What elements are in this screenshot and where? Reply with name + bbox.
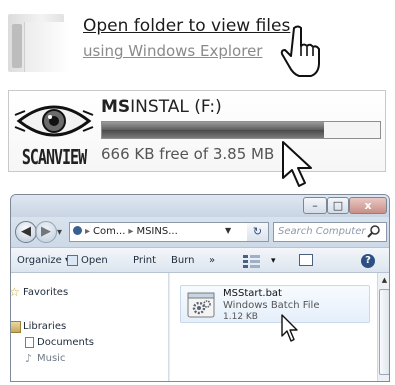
vertical-scrollbar[interactable]: ▲ [377, 273, 389, 381]
option-title[interactable]: Open folder to view files [83, 16, 290, 36]
address-bar[interactable]: ▸ Com... ▸ MSINS... [69, 222, 267, 242]
file-type: Windows Batch File [223, 300, 320, 311]
nav-libraries[interactable]: Libraries [11, 321, 67, 333]
preview-pane-icon[interactable] [299, 254, 313, 266]
nav-music[interactable]: ♪ Music [25, 353, 66, 364]
computer-icon [73, 226, 82, 235]
logo-text: SCANVIEW [21, 145, 87, 170]
views-icon[interactable] [241, 253, 269, 269]
batch-file-icon [187, 292, 215, 318]
drive-panel[interactable]: SCANVIEW MSINSTAL (F:) 666 KB free of 3.… [8, 90, 386, 172]
explorer-window: – □ x ◀ ▶ ▾ ▸ Com... ▸ MSINS... ▼ ↻ Search … [10, 194, 390, 382]
music-icon: ♪ [25, 352, 33, 365]
eye-icon [14, 105, 94, 137]
drive-free-space: 666 KB free of 3.85 MB [101, 145, 275, 163]
breadcrumb-computer[interactable]: Com... [93, 226, 125, 237]
more-button[interactable]: » [209, 252, 215, 270]
title-bar: – □ x [11, 195, 389, 217]
nav-favorites-label: Favorites [23, 287, 69, 298]
nav-documents-label: Documents [37, 337, 95, 348]
help-button[interactable]: ? [361, 254, 375, 268]
open-icon [67, 255, 78, 266]
maximize-button[interactable]: □ [327, 197, 349, 214]
star-icon: ☆ [10, 285, 20, 299]
nav-music-label: Music [37, 353, 66, 364]
scroll-up-button[interactable]: ▲ [378, 273, 389, 287]
option-subtitle[interactable]: using Windows Explorer [83, 42, 262, 60]
drive-label-bold: MS [101, 97, 131, 117]
views-dropdown-icon[interactable]: ▾ [271, 252, 276, 270]
address-dropdown-icon[interactable]: ▼ [225, 226, 231, 235]
nav-documents[interactable]: Documents [25, 337, 95, 348]
forward-button[interactable]: ▶ [35, 221, 57, 243]
file-item[interactable]: MSStart.bat Windows Batch File 1.12 KB [180, 285, 370, 323]
back-button[interactable]: ◀ [15, 221, 37, 243]
scroll-thumb[interactable] [379, 289, 389, 375]
open-folder-option[interactable]: Open folder to view files using Windows … [8, 8, 388, 80]
organize-button[interactable]: Organize ▾ [17, 252, 70, 270]
folder-icon [8, 14, 78, 74]
command-toolbar: Organize ▾ Open Print Burn » ▾ ? [11, 247, 389, 273]
minimize-button[interactable]: – [303, 197, 327, 214]
arrow-cursor-icon [282, 141, 312, 187]
scanview-logo: SCANVIEW [13, 97, 95, 169]
file-name: MSStart.bat [223, 288, 282, 299]
close-button[interactable]: x [349, 197, 387, 214]
file-size: 1.12 KB [223, 312, 258, 322]
breadcrumb-drive[interactable]: MSINS... [136, 226, 177, 237]
hand-cursor-icon [280, 25, 320, 77]
drive-label: MSINSTAL (F:) [101, 97, 222, 117]
open-button[interactable]: Open [67, 252, 108, 270]
nav-libraries-label: Libraries [23, 321, 67, 332]
burn-button[interactable]: Burn [171, 252, 194, 270]
navigation-pane: ☆ Favorites Libraries Documents ♪ Music [11, 273, 169, 381]
drive-label-rest: INSTAL (F:) [130, 97, 222, 117]
search-icon[interactable] [367, 224, 381, 238]
history-dropdown-icon[interactable]: ▾ [57, 227, 62, 238]
document-icon [25, 337, 34, 348]
file-list: MSStart.bat Windows Batch File 1.12 KB [170, 273, 377, 381]
open-label: Open [81, 255, 108, 266]
arrow-cursor-icon [281, 314, 298, 342]
nav-favorites[interactable]: ☆ Favorites [11, 286, 69, 298]
address-row: ◀ ▶ ▾ ▸ Com... ▸ MSINS... ▼ ↻ Search Comput… [11, 217, 389, 247]
drive-space-fill [102, 122, 325, 138]
library-icon [11, 321, 21, 333]
drive-space-bar [101, 121, 381, 139]
refresh-button[interactable]: ↻ [247, 222, 269, 242]
print-button[interactable]: Print [133, 252, 156, 270]
